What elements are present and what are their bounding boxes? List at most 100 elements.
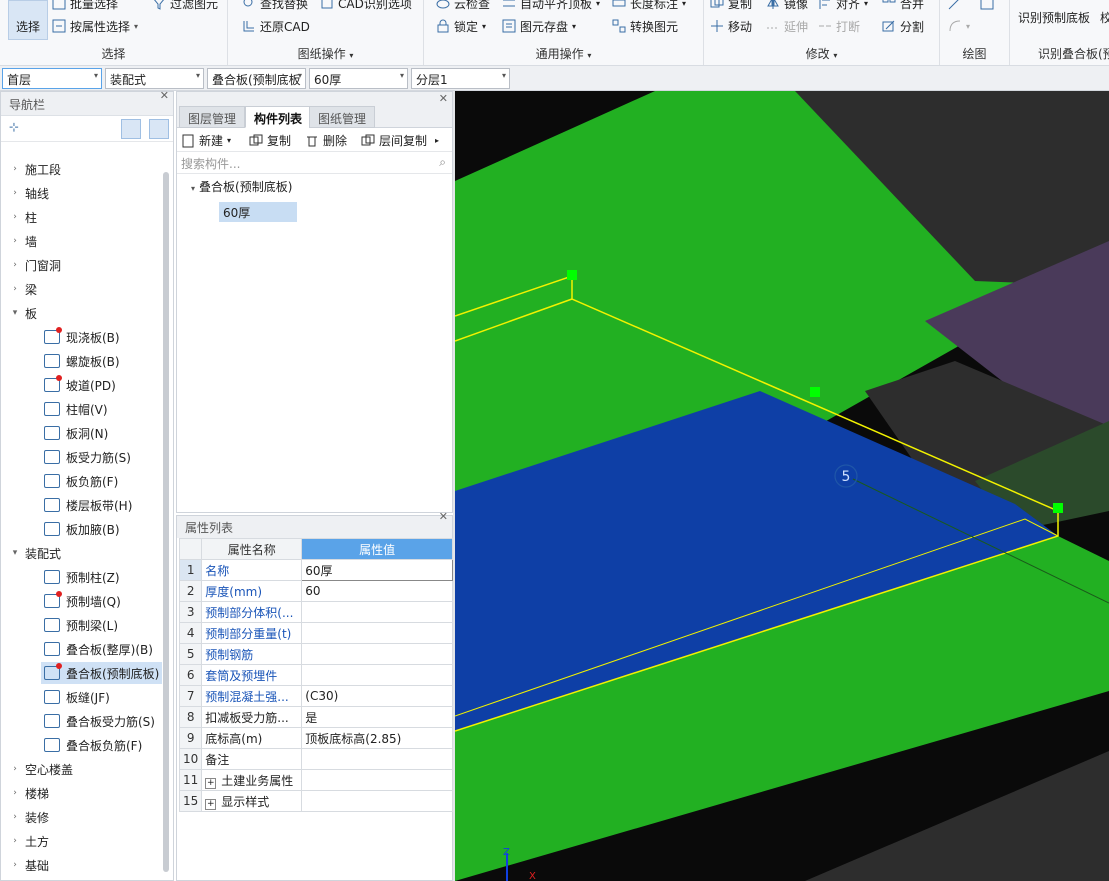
auto-flush-button[interactable]: 自动平齐顶板 ▾	[502, 0, 600, 12]
nav-group-hollow-floor[interactable]: › 空心楼盖	[1, 758, 73, 780]
copy-button[interactable]: 复制	[710, 0, 752, 12]
select-by-attribute-button[interactable]: 按属性选择 ▾	[52, 17, 138, 35]
nav-group-column[interactable]: › 柱	[1, 206, 37, 228]
pin-icon[interactable]: ⊹	[9, 120, 19, 134]
close-icon[interactable]: ✕	[160, 89, 169, 102]
nav-item-cast-slab[interactable]: 现浇板(B)	[41, 326, 123, 348]
line-tool-button[interactable]	[948, 0, 962, 12]
grip-handle[interactable]	[567, 270, 577, 280]
expand-icon[interactable]: +	[205, 798, 217, 810]
grip-handle[interactable]	[1053, 503, 1063, 513]
3d-viewport[interactable]: 5 Z X	[455, 91, 1109, 881]
break-button[interactable]: 打断	[818, 17, 860, 35]
property-row[interactable]: 10 备注	[178, 748, 453, 770]
length-mark-button[interactable]: 长度标注 ▾	[612, 0, 686, 12]
cad-options-button[interactable]: CAD识别选项	[320, 0, 412, 12]
recognize-slab-button[interactable]: 识别预制底板	[1018, 8, 1090, 26]
convert-elements-button[interactable]: 转换图元	[612, 17, 678, 35]
tree-child-item[interactable]: 60厚	[219, 202, 297, 222]
delete-component-button[interactable]: 删除	[305, 132, 347, 149]
nav-group-wall[interactable]: › 墙	[1, 230, 37, 252]
nav-group-decoration[interactable]: › 装修	[1, 806, 49, 828]
expand-icon[interactable]: +	[205, 777, 217, 789]
arc-tool-button[interactable]: ▾	[948, 17, 970, 35]
component-search[interactable]: 搜索构件... ⌕	[177, 152, 452, 174]
batch-select-button[interactable]: 批量选择	[52, 0, 118, 12]
nav-item-slab-hole[interactable]: 板洞(N)	[41, 422, 111, 444]
property-row[interactable]: 3 预制部分体积(...	[178, 601, 453, 623]
nav-item-spiral-slab[interactable]: 螺旋板(B)	[41, 350, 123, 372]
nav-group-axis[interactable]: › 轴线	[1, 182, 49, 204]
floor-select[interactable]: 首层 ▾	[2, 68, 102, 89]
nav-scrollbar[interactable]	[163, 172, 169, 872]
nav-item-slab-main-rebar[interactable]: 板受力筋(S)	[41, 446, 134, 468]
nav-group-stairs[interactable]: › 楼梯	[1, 782, 49, 804]
nav-group-openings[interactable]: › 门窗洞	[1, 254, 61, 276]
nav-item-slab-haunch[interactable]: 板加腋(B)	[41, 518, 123, 540]
nav-group-beam[interactable]: › 梁	[1, 278, 37, 300]
property-value-input[interactable]: 60厚	[301, 559, 453, 581]
nav-group-foundation[interactable]: › 基础	[1, 854, 49, 876]
property-row[interactable]: 5 预制钢筋	[178, 643, 453, 665]
search-icon[interactable]: ⌕	[439, 155, 446, 170]
property-row[interactable]: 2 厚度(mm) 60	[178, 580, 453, 602]
rect-tool-button[interactable]	[980, 0, 994, 12]
recognize-more-button[interactable]: 校	[1100, 8, 1109, 26]
detail-view-icon[interactable]	[149, 119, 169, 139]
cloud-check-button[interactable]: 云检查	[436, 0, 490, 12]
nav-item-composite-main-rebar[interactable]: 叠合板受力筋(S)	[41, 710, 158, 732]
lock-button[interactable]: 锁定 ▾	[436, 17, 486, 35]
component-type-select[interactable]: 叠合板(预制底板 ▾	[207, 68, 306, 89]
nav-group-earthwork[interactable]: › 土方	[1, 830, 49, 852]
category-select[interactable]: 装配式 ▾	[105, 68, 204, 89]
tree-root-item[interactable]: ▾ 叠合板(预制底板)	[191, 178, 292, 195]
new-component-button[interactable]: 新建 ▾	[181, 132, 231, 149]
close-icon[interactable]: ✕	[439, 92, 448, 105]
drawing-ops-title[interactable]: 图纸操作 ▾	[228, 45, 423, 62]
floor-copy-button[interactable]: 层间复制 ▸	[361, 132, 439, 149]
property-row[interactable]: 1 名称 60厚	[178, 559, 453, 581]
extend-button[interactable]: 延伸	[766, 17, 808, 35]
nav-item-precast-wall[interactable]: 预制墙(Q)	[41, 590, 124, 612]
split-button[interactable]: 分割	[882, 17, 924, 35]
select-button[interactable]: 选择	[8, 0, 48, 40]
nav-item-composite-slab-full[interactable]: 叠合板(整厚)(B)	[41, 638, 156, 660]
nav-item-column-cap[interactable]: 柱帽(V)	[41, 398, 111, 420]
nav-item-precast-beam[interactable]: 预制梁(L)	[41, 614, 121, 636]
filter-elements-button[interactable]: 过滤图元	[152, 0, 218, 12]
property-row-expandable[interactable]: 15 + 显示样式	[178, 790, 453, 812]
merge-button[interactable]: 合并	[882, 0, 924, 12]
move-button[interactable]: 移动	[710, 17, 752, 35]
save-cad-button[interactable]: 图元存盘 ▾	[502, 17, 576, 35]
layer-select[interactable]: 分层1 ▾	[411, 68, 510, 89]
nav-item-ramp[interactable]: 坡道(PD)	[41, 374, 119, 396]
common-ops-title[interactable]: 通用操作 ▾	[424, 45, 703, 62]
nav-item-slab-joint[interactable]: 板缝(JF)	[41, 686, 113, 708]
nav-group-slab[interactable]: ▾ 板	[1, 302, 37, 324]
restore-cad-button[interactable]: 还原CAD	[242, 17, 310, 35]
tab-layer-management[interactable]: 图层管理	[179, 106, 246, 128]
nav-item-slab-negative-rebar[interactable]: 板负筋(F)	[41, 470, 121, 492]
copy-component-button[interactable]: 复制	[249, 132, 291, 149]
tab-component-list[interactable]: 构件列表	[245, 106, 312, 128]
nav-item-precast-column[interactable]: 预制柱(Z)	[41, 566, 123, 588]
property-row[interactable]: 8 扣减板受力筋... 是	[178, 706, 453, 728]
nav-item-slab-strip[interactable]: 楼层板带(H)	[41, 494, 135, 516]
property-row[interactable]: 4 预制部分重量(t)	[178, 622, 453, 644]
tab-drawing-management[interactable]: 图纸管理	[309, 106, 376, 128]
property-row-expandable[interactable]: 11 + 土建业务属性	[178, 769, 453, 791]
property-row[interactable]: 7 预制混凝土强... (C30)	[178, 685, 453, 707]
spec-select[interactable]: 60厚 ▾	[309, 68, 408, 89]
nav-group-assembly[interactable]: ▾ 装配式	[1, 542, 61, 564]
property-row[interactable]: 9 底标高(m) 顶板底标高(2.85)	[178, 727, 453, 749]
nav-group-construction-section[interactable]: › 施工段	[1, 158, 61, 180]
mirror-button[interactable]: 镜像	[766, 0, 808, 12]
nav-item-composite-slab-precast[interactable]: 叠合板(预制底板)	[41, 662, 163, 684]
modify-title[interactable]: 修改 ▾	[704, 45, 939, 62]
close-icon[interactable]: ✕	[439, 510, 448, 523]
align-button[interactable]: 对齐 ▾	[818, 0, 868, 12]
property-row[interactable]: 6 套筒及预埋件	[178, 664, 453, 686]
find-replace-button[interactable]: 查找替换	[242, 0, 308, 12]
grip-handle[interactable]	[810, 387, 820, 397]
nav-item-composite-negative-rebar[interactable]: 叠合板负筋(F)	[41, 734, 145, 756]
